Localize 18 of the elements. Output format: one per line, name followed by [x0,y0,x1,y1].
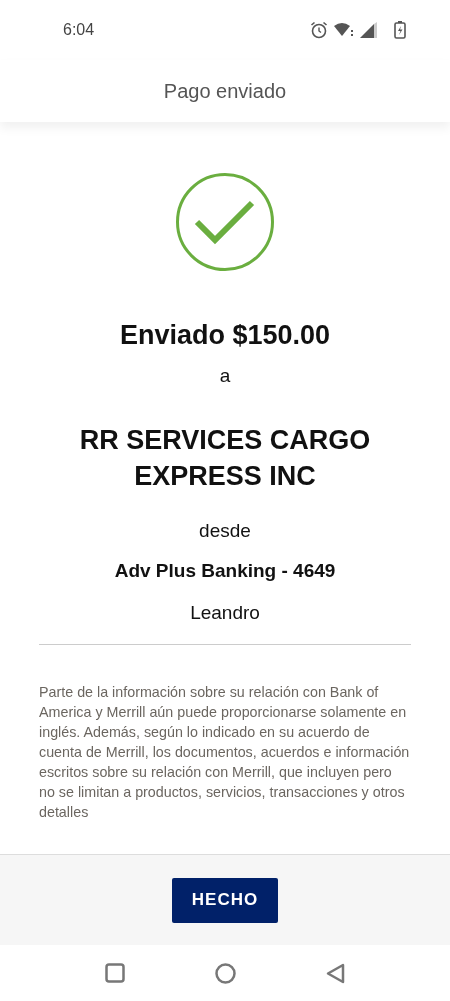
to-label: a [218,365,232,387]
wifi-icon [334,22,354,38]
cell-signal-icon [360,22,378,38]
screen-title: Pago enviado [163,79,287,103]
from-label: desde [198,520,252,542]
status-time: 6:04 [63,21,95,39]
back-icon[interactable] [326,962,345,984]
alarm-clock-icon [310,21,328,39]
home-icon[interactable] [215,962,236,984]
battery-charging-icon [394,21,406,39]
done-button[interactable]: HECHO [172,877,278,923]
amount-sent: Enviado $150.00 [118,320,332,351]
recipient-name: RR SERVICES CARGO EXPRESS INC [78,424,372,493]
recents-icon[interactable] [105,963,125,983]
disclaimer-text: Parte de la información sobre su relación con Bank of America y Merrill aún puede proporcionarse solamente en inglés. Además, según lo indicado en su acuerdo de cuenta de Merrill, los documentos, acuerdos e información escritos sobre su relación con Merrill, que incluyen pero no se limitan a productos, servicios, transacciones y otros detalles [39,683,411,822]
checkmark-circle-icon [175,172,275,272]
account-name: Adv Plus Banking - 4649 [113,560,337,582]
sender-name: Leandro [189,602,261,624]
